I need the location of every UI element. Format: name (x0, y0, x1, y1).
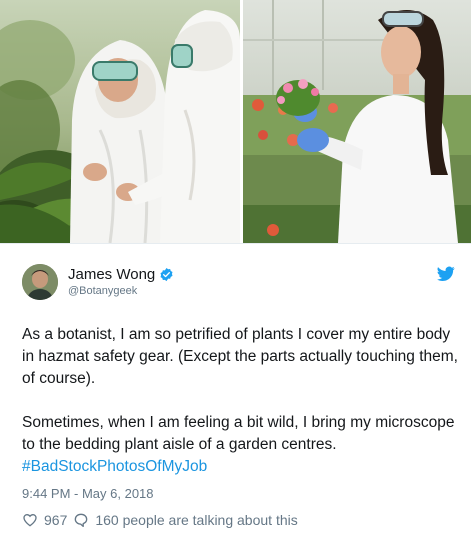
heart-outline-icon[interactable] (22, 512, 38, 528)
avatar[interactable] (22, 264, 58, 300)
tweet-stats: 967 160 people are talking about this (22, 512, 298, 528)
hashtag-link[interactable]: #BadStockPhotosOfMyJob (22, 458, 207, 475)
tweet-paragraph: Sometimes, when I am feeling a bit wild,… (22, 412, 462, 478)
likes-count[interactable]: 967 (44, 512, 67, 528)
tweet-media-gallery (0, 0, 471, 243)
tweet-text: As a botanist, I am so petrified of plan… (22, 324, 462, 500)
author-handle[interactable]: @Botanygeek (68, 285, 174, 298)
conversation-text[interactable]: 160 people are talking about this (95, 512, 297, 528)
tweet-card: James Wong @Botanygeek As a botanist, I … (0, 243, 471, 558)
tweet-paragraph: As a botanist, I am so petrified of plan… (22, 326, 458, 387)
tweet-timestamp[interactable]: 9:44 PM - May 6, 2018 (22, 486, 154, 501)
greenhouse-scientist-photo[interactable] (243, 0, 471, 243)
tweet-author[interactable]: James Wong @Botanygeek (22, 262, 174, 302)
author-display-name[interactable]: James Wong (68, 266, 155, 283)
hazmat-botanists-photo[interactable] (0, 0, 240, 243)
tweet-screenshot: James Wong @Botanygeek As a botanist, I … (0, 0, 471, 558)
tweet-paragraph-text: Sometimes, when I am feeling a bit wild,… (22, 414, 455, 453)
verified-badge-icon (159, 267, 174, 282)
twitter-bird-icon[interactable] (437, 266, 455, 282)
speech-bubble-icon[interactable] (73, 512, 89, 528)
